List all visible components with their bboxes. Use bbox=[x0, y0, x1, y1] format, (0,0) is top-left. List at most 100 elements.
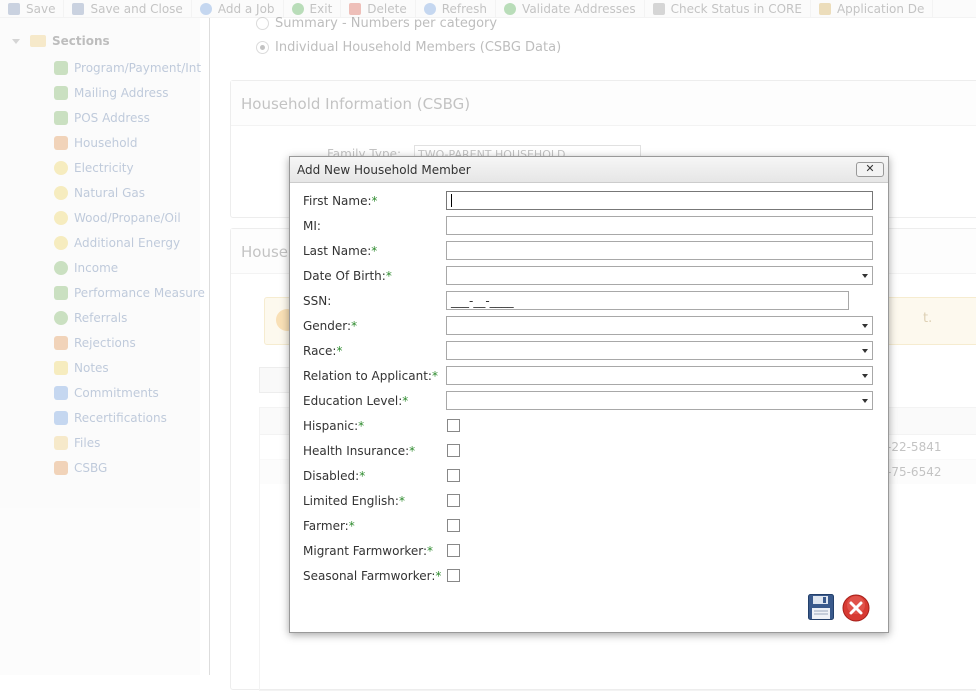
toolbar-exit-button[interactable]: Exit bbox=[284, 0, 342, 17]
toolbar-application-label: Application De bbox=[836, 1, 925, 16]
sidebar-item-csbg[interactable]: CSBG bbox=[54, 461, 107, 475]
radio-summary[interactable] bbox=[256, 17, 269, 30]
sidebar-item-notes[interactable]: Notes bbox=[54, 361, 109, 375]
mi-input[interactable] bbox=[446, 216, 873, 235]
dropdown-arrow-icon bbox=[862, 399, 868, 403]
sidebar-item-program-payment[interactable]: Program/Payment/Int bbox=[54, 61, 201, 75]
toolbar-refresh-button[interactable]: Refresh bbox=[416, 0, 497, 17]
sidebar-item-additional-energy[interactable]: Additional Energy bbox=[54, 236, 180, 250]
sidebar-item-files[interactable]: Files bbox=[54, 436, 100, 450]
sidebar-item-label: Mailing Address bbox=[74, 86, 169, 100]
refresh-icon bbox=[423, 2, 436, 15]
gender-label: Gender:* bbox=[303, 319, 358, 333]
toolbar-exit-label: Exit bbox=[309, 1, 333, 16]
race-select[interactable] bbox=[446, 341, 873, 360]
check-icon bbox=[504, 2, 517, 15]
radio-individual-row[interactable]: Individual Household Members (CSBG Data) bbox=[256, 40, 561, 55]
relation-row: Relation to Applicant:* bbox=[303, 366, 878, 386]
sidebar-item-label: Household bbox=[74, 136, 138, 150]
household-info-title: Household Information (CSBG) bbox=[241, 95, 471, 113]
people-icon bbox=[54, 136, 68, 150]
toolbar-application-button[interactable]: Application De bbox=[811, 0, 934, 17]
last-name-row: Last Name:* bbox=[303, 241, 878, 261]
cancel-button[interactable] bbox=[842, 594, 870, 622]
house-icon bbox=[54, 86, 68, 100]
dob-label: Date Of Birth:* bbox=[303, 269, 392, 283]
floppy-disk-icon bbox=[808, 594, 834, 620]
toolbar-validate-button[interactable]: Validate Addresses bbox=[496, 0, 645, 17]
sidebar-item-label: Wood/Propane/Oil bbox=[74, 211, 181, 225]
sidebar-item-natural-gas[interactable]: Natural Gas bbox=[54, 186, 145, 200]
sidebar-item-label: Commitments bbox=[74, 386, 159, 400]
race-label: Race:* bbox=[303, 344, 343, 358]
toolbar-save-label: Save bbox=[26, 1, 56, 16]
sidebar-item-wood-propane-oil[interactable]: Wood/Propane/Oil bbox=[54, 211, 181, 225]
health-insurance-row: Health Insurance:* bbox=[303, 441, 878, 461]
dialog-close-button[interactable]: ✕ bbox=[856, 162, 884, 177]
first-name-label: First Name:* bbox=[303, 194, 378, 208]
sidebar: Sections Program/Payment/Int Mailing Add… bbox=[0, 18, 205, 675]
sections-header[interactable]: Sections bbox=[12, 34, 110, 48]
sidebar-item-performance-measure[interactable]: Performance Measure bbox=[54, 286, 205, 300]
note-icon bbox=[54, 361, 68, 375]
bulb-icon bbox=[54, 211, 68, 225]
toolbar-save-button[interactable]: Save bbox=[0, 0, 65, 17]
sidebar-item-pos-address[interactable]: POS Address bbox=[54, 111, 150, 125]
toolbar-add-job-label: Add a Job bbox=[217, 1, 275, 16]
dob-select[interactable] bbox=[446, 266, 873, 285]
toolbar-add-job-button[interactable]: Add a Job bbox=[192, 0, 284, 17]
sidebar-item-household[interactable]: Household bbox=[54, 136, 138, 150]
sidebar-item-income[interactable]: Income bbox=[54, 261, 118, 275]
ssn-mask: ___-__-____ bbox=[451, 294, 514, 308]
hispanic-checkbox[interactable] bbox=[447, 419, 460, 432]
dialog-titlebar[interactable]: Add New Household Member ✕ bbox=[290, 157, 888, 183]
chart-icon bbox=[54, 286, 68, 300]
health-insurance-checkbox[interactable] bbox=[447, 444, 460, 457]
collapse-triangle-icon[interactable] bbox=[12, 38, 20, 44]
sidebar-item-mailing-address[interactable]: Mailing Address bbox=[54, 86, 169, 100]
status-icon bbox=[652, 2, 665, 15]
sidebar-item-label: Referrals bbox=[74, 311, 128, 325]
sidebar-item-electricity[interactable]: Electricity bbox=[54, 161, 134, 175]
text-cursor bbox=[451, 194, 452, 207]
sidebar-item-label: CSBG bbox=[74, 461, 108, 475]
ssn-label: SSN: bbox=[303, 294, 332, 308]
sidebar-item-recertifications[interactable]: Recertifications bbox=[54, 411, 167, 425]
radio-individual[interactable] bbox=[256, 41, 269, 54]
bulb-icon bbox=[54, 186, 68, 200]
toolbar-check-status-button[interactable]: Check Status in CORE bbox=[645, 0, 811, 17]
farmer-checkbox[interactable] bbox=[447, 519, 460, 532]
sidebar-item-label: POS Address bbox=[74, 111, 150, 125]
seasonal-farmworker-label: Seasonal Farmworker:* bbox=[303, 569, 442, 583]
relation-select[interactable] bbox=[446, 366, 873, 385]
referral-icon bbox=[54, 311, 68, 325]
bulb-icon bbox=[54, 236, 68, 250]
migrant-farmworker-label: Migrant Farmworker:* bbox=[303, 544, 434, 558]
close-icon: ✕ bbox=[865, 162, 875, 175]
limited-english-checkbox[interactable] bbox=[447, 494, 460, 507]
sidebar-item-referrals[interactable]: Referrals bbox=[54, 311, 127, 325]
education-label: Education Level:* bbox=[303, 394, 409, 408]
toolbar-delete-button[interactable]: Delete bbox=[341, 0, 416, 17]
sidebar-item-label: Natural Gas bbox=[74, 186, 145, 200]
toolbar-save-close-button[interactable]: Save and Close bbox=[64, 0, 192, 17]
sidebar-item-commitments[interactable]: Commitments bbox=[54, 386, 159, 400]
folder-icon bbox=[30, 35, 46, 47]
alert-text: t. bbox=[923, 311, 933, 326]
save-button[interactable] bbox=[808, 594, 834, 620]
sidebar-item-rejections[interactable]: Rejections bbox=[54, 336, 136, 350]
cancel-x-icon bbox=[842, 594, 870, 622]
migrant-farmworker-checkbox[interactable] bbox=[447, 544, 460, 557]
gender-select[interactable] bbox=[446, 316, 873, 335]
education-select[interactable] bbox=[446, 391, 873, 410]
mi-label: MI: bbox=[303, 219, 321, 233]
radio-summary-row[interactable]: Summary - Numbers per category bbox=[256, 16, 497, 31]
ssn-input[interactable]: ___-__-____ bbox=[446, 291, 849, 310]
first-name-input[interactable] bbox=[446, 191, 873, 210]
limited-english-row: Limited English:* bbox=[303, 491, 878, 511]
disabled-row: Disabled:* bbox=[303, 466, 878, 486]
seasonal-farmworker-checkbox[interactable] bbox=[447, 569, 460, 582]
radio-summary-label: Summary - Numbers per category bbox=[275, 16, 498, 31]
last-name-input[interactable] bbox=[446, 241, 873, 260]
disabled-checkbox[interactable] bbox=[447, 469, 460, 482]
